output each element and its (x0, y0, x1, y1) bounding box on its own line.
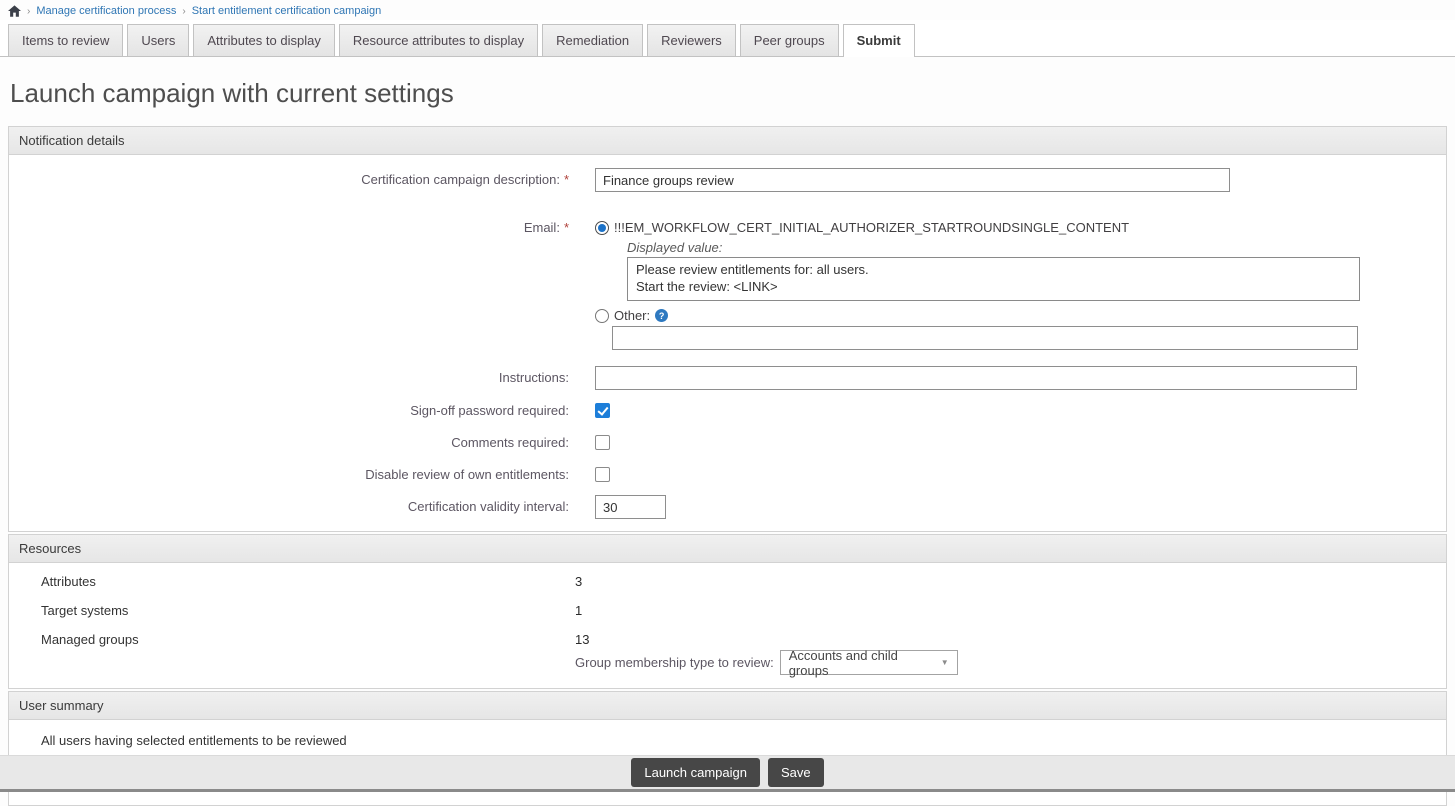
email-template-radio[interactable] (595, 221, 609, 235)
tab-bar: Items to review Users Attributes to disp… (0, 20, 1455, 57)
email-other-radio[interactable] (595, 309, 609, 323)
signoff-password-label: Sign-off password required: (9, 400, 569, 418)
target-systems-count: 1 (575, 603, 582, 618)
save-button[interactable]: Save (768, 758, 824, 787)
row-instructions: Instructions: (9, 366, 1446, 390)
instructions-input[interactable] (595, 366, 1357, 390)
tab-submit[interactable]: Submit (843, 24, 915, 57)
row-disable-own-review: Disable review of own entitlements: (9, 464, 1446, 485)
target-systems-label: Target systems (9, 603, 575, 618)
membership-type-row: Group membership type to review: Account… (575, 650, 958, 675)
instructions-label: Instructions: (9, 366, 569, 385)
campaign-description-input[interactable] (595, 168, 1230, 192)
comments-required-checkbox[interactable] (595, 435, 610, 450)
attributes-count: 3 (575, 574, 582, 589)
section-header-resources: Resources (9, 535, 1446, 563)
group-membership-selected-value: Accounts and child groups (789, 648, 941, 678)
tab-resource-attributes-to-display[interactable]: Resource attributes to display (339, 24, 538, 56)
resources-row-target-systems: Target systems 1 (9, 596, 1446, 625)
disable-own-review-checkbox[interactable] (595, 467, 610, 482)
footer-action-bar: Launch campaign Save (0, 755, 1455, 792)
breadcrumb-separator: › (182, 5, 185, 17)
tab-users[interactable]: Users (127, 24, 189, 56)
displayed-value-label: Displayed value: (627, 240, 1360, 255)
breadcrumb-link-start-campaign[interactable]: Start entitlement certification campaign (192, 5, 382, 17)
breadcrumb: › Manage certification process › Start e… (0, 0, 1455, 20)
required-asterisk: * (564, 172, 569, 187)
campaign-description-label: Certification campaign description:* (9, 168, 569, 187)
displayed-value-textarea[interactable]: Please review entitlements for: all user… (627, 257, 1360, 301)
validity-interval-label: Certification validity interval: (9, 495, 569, 514)
page-title: Launch campaign with current settings (10, 78, 1455, 109)
breadcrumb-separator: › (27, 5, 30, 17)
email-other-option-label: Other: (614, 308, 650, 323)
chevron-down-icon: ▼ (941, 658, 949, 667)
section-header-notification-details: Notification details (9, 127, 1446, 155)
tab-remediation[interactable]: Remediation (542, 24, 643, 56)
comments-required-label: Comments required: (9, 432, 569, 450)
row-validity-interval: Certification validity interval: (9, 495, 1446, 519)
section-resources: Resources Attributes 3 Target systems 1 … (8, 534, 1447, 689)
email-template-option-label: !!!EM_WORKFLOW_CERT_INITIAL_AUTHORIZER_S… (614, 220, 1129, 235)
section-header-user-summary: User summary (9, 692, 1446, 720)
email-label: Email:* (9, 218, 569, 235)
group-membership-select[interactable]: Accounts and child groups ▼ (780, 650, 958, 675)
launch-campaign-button[interactable]: Launch campaign (631, 758, 760, 787)
tab-items-to-review[interactable]: Items to review (8, 24, 123, 56)
membership-type-label: Group membership type to review: (575, 655, 774, 670)
email-template-option: !!!EM_WORKFLOW_CERT_INITIAL_AUTHORIZER_S… (595, 218, 1360, 235)
attributes-label: Attributes (9, 574, 575, 589)
email-other-option: Other: ? (595, 306, 1360, 323)
validity-interval-input[interactable] (595, 495, 666, 519)
tab-attributes-to-display[interactable]: Attributes to display (193, 24, 334, 56)
breadcrumb-link-manage-certification[interactable]: Manage certification process (36, 5, 176, 17)
home-icon[interactable] (8, 5, 21, 17)
required-asterisk: * (564, 220, 569, 235)
row-email: Email:* !!!EM_WORKFLOW_CERT_INITIAL_AUTH… (9, 218, 1446, 350)
tab-peer-groups[interactable]: Peer groups (740, 24, 839, 56)
section-notification-details: Notification details Certification campa… (8, 126, 1447, 532)
tab-reviewers[interactable]: Reviewers (647, 24, 736, 56)
disable-own-review-label: Disable review of own entitlements: (9, 464, 569, 482)
managed-groups-count: 13 (575, 632, 958, 647)
managed-groups-label: Managed groups (9, 632, 575, 647)
user-summary-scope: All users having selected entitlements t… (41, 733, 1446, 748)
row-comments-required: Comments required: (9, 432, 1446, 453)
resources-row-managed-groups: Managed groups 13 Group membership type … (9, 625, 1446, 682)
row-signoff-password: Sign-off password required: (9, 400, 1446, 421)
row-campaign-description: Certification campaign description:* (9, 168, 1446, 192)
email-other-input[interactable] (612, 326, 1358, 350)
resources-row-attributes: Attributes 3 (9, 567, 1446, 596)
help-icon[interactable]: ? (655, 309, 668, 322)
signoff-password-checkbox[interactable] (595, 403, 610, 418)
